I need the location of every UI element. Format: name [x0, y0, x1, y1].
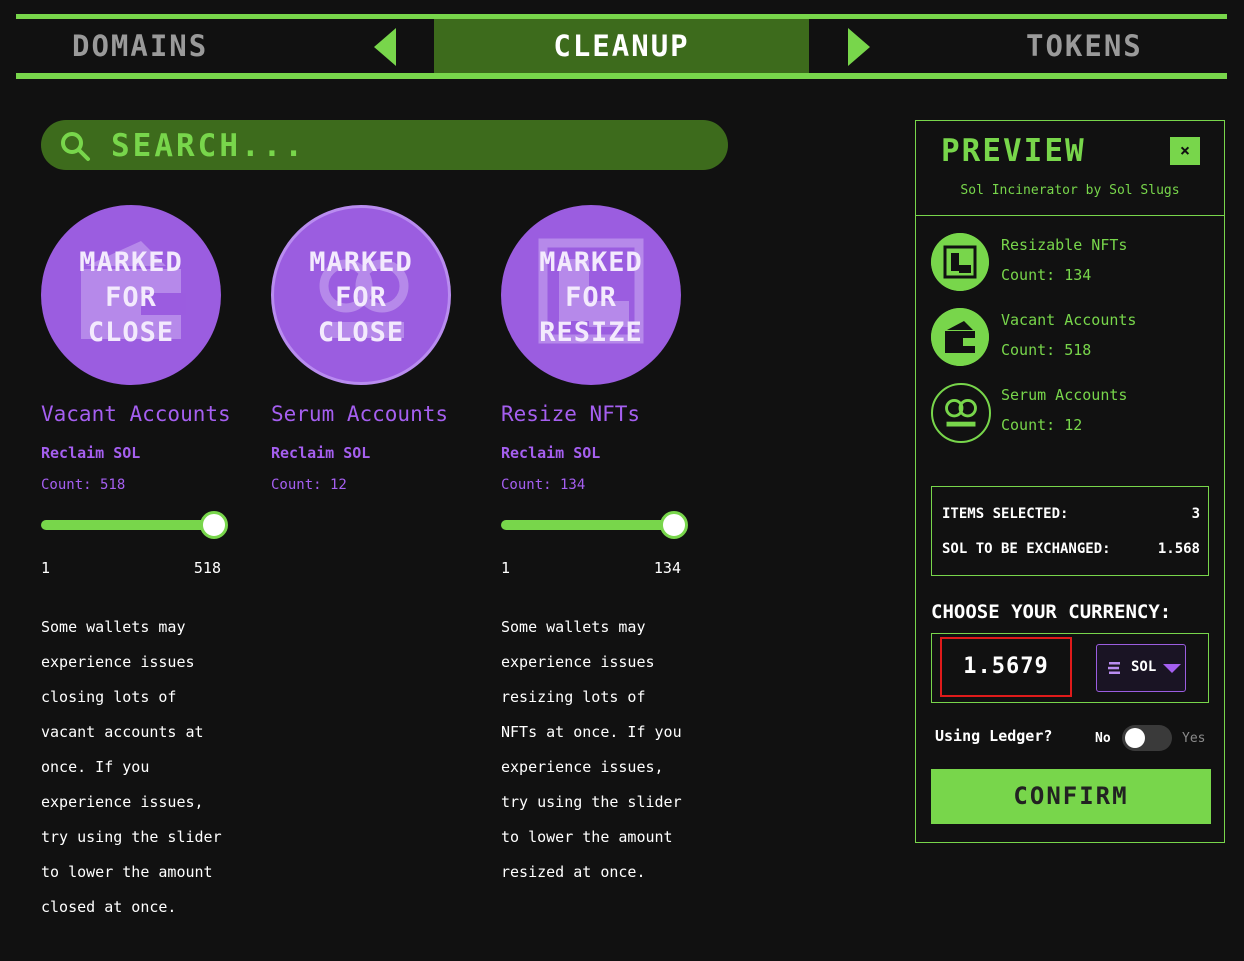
slider-max: 518 — [193, 559, 221, 577]
currency-box: 1.5679 SOL — [931, 633, 1209, 703]
search-icon — [61, 132, 90, 161]
resize-nfts-badge[interactable]: MARKED FOR RESIZE — [501, 205, 681, 385]
card-subtitle: Reclaim SOL — [271, 444, 371, 462]
card-count: Count: 134 — [501, 477, 586, 493]
wallet-icon — [931, 308, 989, 366]
slider-max: 134 — [653, 559, 681, 577]
slider-handle[interactable] — [200, 511, 228, 539]
confirm-button[interactable]: CONFIRM — [931, 769, 1211, 824]
selection-summary: ITEMS SELECTED: 3 SOL TO BE EXCHANGED: 1… — [931, 486, 1209, 576]
chevron-down-icon — [1163, 664, 1181, 673]
divider — [916, 215, 1224, 216]
preview-item-name: Vacant Accounts — [1001, 311, 1137, 329]
card-title: Vacant Accounts — [41, 402, 231, 426]
slider-min: 1 — [501, 559, 511, 577]
slider-min: 1 — [41, 559, 51, 577]
ledger-label: Using Ledger? — [935, 727, 1053, 745]
nav-left-arrow-icon[interactable] — [374, 28, 396, 66]
search-bar — [41, 120, 728, 172]
tab-tokens[interactable]: TOKENS — [1026, 19, 1143, 73]
card-subtitle: Reclaim SOL — [41, 444, 141, 462]
preview-item-count: Count: 12 — [1001, 416, 1083, 434]
serum-accounts-badge[interactable]: MARKED FOR CLOSE — [271, 205, 451, 385]
warning-text: Some wallets may experience issues closi… — [41, 618, 222, 916]
card-title: Resize NFTs — [501, 402, 641, 426]
currency-label: CHOOSE YOUR CURRENCY: — [931, 601, 1172, 623]
slider-handle[interactable] — [660, 511, 688, 539]
amount-value: 1.5679 — [940, 637, 1072, 697]
amount-slider[interactable] — [501, 511, 688, 539]
items-selected-label: ITEMS SELECTED: — [942, 506, 1069, 522]
card-subtitle: Reclaim SOL — [501, 444, 601, 462]
sol-exchanged-value: 1.568 — [1157, 541, 1200, 557]
card-count: Count: 12 — [271, 477, 347, 493]
preview-item: Vacant Accounts Count: 518 — [931, 308, 1221, 370]
items-selected-row: ITEMS SELECTED: 3 — [942, 506, 1200, 522]
badge-label: MARKED FOR CLOSE — [309, 247, 413, 348]
nft-icon — [931, 233, 989, 291]
close-button[interactable]: × — [1170, 137, 1200, 165]
ledger-yes-label: Yes — [1182, 731, 1206, 746]
currency-select[interactable]: SOL — [1096, 644, 1186, 692]
toggle-knob — [1125, 728, 1145, 748]
nav-bottom-border — [16, 73, 1227, 79]
preview-panel: PREVIEW × Sol Incinerator by Sol Slugs R… — [915, 120, 1225, 843]
warning-text: Some wallets may experience issues resiz… — [501, 618, 682, 881]
nav-right-arrow-icon[interactable] — [848, 28, 870, 66]
preview-subtitle: Sol Incinerator by Sol Slugs — [960, 183, 1180, 198]
preview-item-name: Serum Accounts — [1001, 386, 1128, 404]
badge-label: MARKED FOR CLOSE — [79, 247, 183, 348]
card-count: Count: 518 — [41, 477, 126, 493]
solana-icon — [1108, 662, 1120, 674]
currency-value: SOL — [1131, 659, 1157, 675]
items-selected-value: 3 — [1191, 506, 1200, 522]
preview-item-count: Count: 518 — [1001, 341, 1092, 359]
preview-item-count: Count: 134 — [1001, 266, 1092, 284]
search-input[interactable] — [109, 120, 713, 172]
sol-exchanged-row: SOL TO BE EXCHANGED: 1.568 — [942, 541, 1200, 557]
ledger-no-label: No — [1095, 731, 1111, 746]
tab-domains[interactable]: DOMAINS — [72, 19, 208, 73]
ledger-toggle[interactable] — [1122, 725, 1172, 751]
badge-label: MARKED FOR RESIZE — [539, 247, 643, 348]
top-nav: DOMAINS CLEANUP TOKENS — [16, 14, 1227, 80]
vacant-accounts-badge[interactable]: MARKED FOR CLOSE — [41, 205, 221, 385]
preview-title: PREVIEW — [941, 133, 1086, 169]
preview-item-name: Resizable NFTs — [1001, 236, 1128, 254]
card-title: Serum Accounts — [271, 402, 449, 426]
preview-item: Serum Accounts Count: 12 — [931, 383, 1221, 445]
preview-item: Resizable NFTs Count: 134 — [931, 233, 1221, 295]
tab-cleanup[interactable]: CLEANUP — [434, 19, 809, 73]
amount-slider[interactable] — [41, 511, 228, 539]
serum-icon — [931, 383, 991, 443]
sol-exchanged-label: SOL TO BE EXCHANGED: — [942, 541, 1111, 557]
